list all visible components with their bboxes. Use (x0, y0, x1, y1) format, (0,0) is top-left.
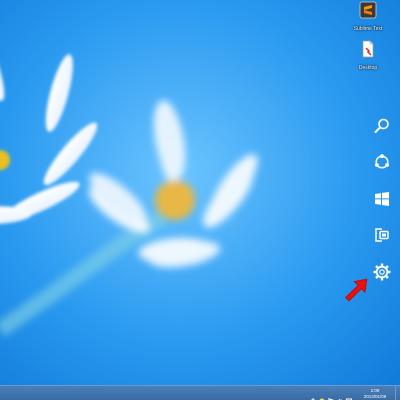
ime-icon[interactable] (346, 391, 352, 400)
charm-share[interactable] (370, 150, 394, 174)
charms-bar (364, 110, 400, 300)
show-desktop-button[interactable] (395, 386, 400, 400)
taskbar: 1:09 2013/01/09 (0, 385, 400, 400)
network-icon[interactable] (310, 391, 316, 400)
desktop-icon-label: Sublime Text (353, 26, 383, 32)
charm-devices[interactable] (370, 223, 394, 247)
charm-search[interactable] (370, 114, 394, 138)
sublime-text-icon (359, 1, 377, 24)
search-icon (373, 117, 391, 135)
red-arrow-icon (343, 277, 369, 308)
system-tray: 1:09 2013/01/09 (310, 386, 400, 400)
desktop-icon-desktop-file[interactable]: Desktop (346, 40, 390, 71)
desktop-icon-sublime-text[interactable]: Sublime Text (346, 1, 390, 32)
windows-logo-icon (373, 190, 391, 208)
taskbar-clock[interactable]: 1:09 2013/01/09 (355, 386, 395, 400)
charm-start[interactable] (370, 187, 394, 211)
devices-icon (373, 226, 391, 244)
flag-icon[interactable] (328, 391, 334, 400)
clock-date: 2013/01/09 (363, 393, 387, 399)
charm-settings[interactable] (370, 260, 394, 284)
desktop-file-icon (359, 40, 377, 63)
volume-icon[interactable] (337, 391, 343, 400)
desktop-icon-label: Desktop (358, 65, 378, 71)
action-center-icon[interactable] (319, 391, 325, 400)
share-icon (373, 153, 391, 171)
desktop-wallpaper (0, 0, 400, 385)
gear-icon (372, 262, 392, 282)
